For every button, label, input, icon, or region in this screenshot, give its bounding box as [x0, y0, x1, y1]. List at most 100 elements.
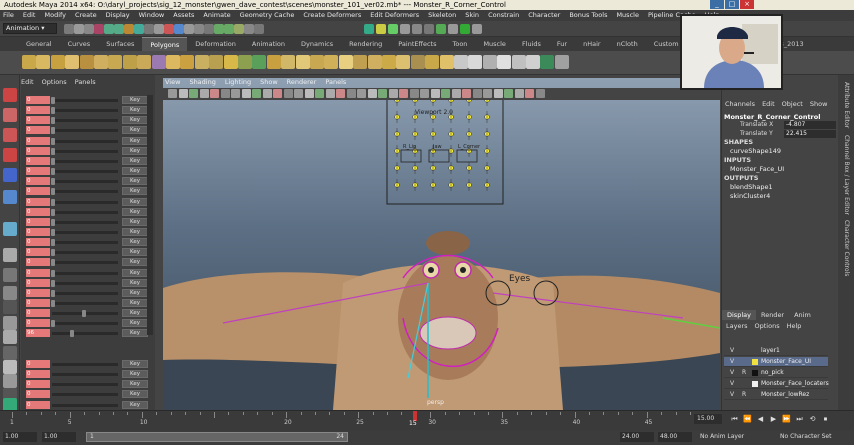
current-frame-field[interactable]: 15.00: [694, 414, 722, 424]
slider-value[interactable]: 0: [26, 268, 50, 277]
layer-color-swatch[interactable]: [752, 392, 758, 398]
viewport-tool-icon[interactable]: [483, 89, 492, 98]
status-tool-icon[interactable]: [204, 24, 214, 34]
status-tool-icon[interactable]: [448, 24, 458, 34]
playback-button-icon[interactable]: ⏮: [730, 415, 739, 424]
shelf-tool-icon[interactable]: [295, 55, 310, 69]
key-button[interactable]: Key: [122, 360, 148, 368]
status-tool-icon[interactable]: [134, 24, 144, 34]
inputs-item[interactable]: Monster_Face_UI: [730, 165, 784, 173]
slider-value[interactable]: 0: [26, 146, 50, 155]
slider-track[interactable]: [52, 220, 118, 224]
slider-track[interactable]: [52, 109, 118, 113]
shelf-tool-icon[interactable]: [526, 55, 540, 69]
viewport-tool-icon[interactable]: [178, 89, 188, 98]
slider-value[interactable]: 0: [26, 278, 50, 287]
slider-track[interactable]: [52, 200, 118, 204]
layer-row[interactable]: V R Monster_lowRez: [724, 390, 828, 400]
viewport-tool-icon[interactable]: [493, 89, 503, 98]
ui-box-r-lip[interactable]: [400, 149, 422, 163]
slider-knob[interactable]: [51, 320, 55, 328]
close-icon[interactable]: ×: [740, 0, 754, 9]
layer-visibility-toggle[interactable]: V: [730, 390, 734, 400]
layer-tab-anim[interactable]: Anim: [789, 310, 816, 320]
slider-knob[interactable]: [51, 239, 55, 247]
playback-end-field[interactable]: 24.00: [620, 432, 654, 442]
slider-value[interactable]: 0: [26, 400, 50, 409]
layer-menu-help[interactable]: Help: [787, 322, 802, 330]
shelf-tool-icon[interactable]: [482, 55, 497, 69]
slider-knob[interactable]: [51, 259, 55, 267]
key-button[interactable]: Key: [122, 126, 148, 135]
key-button[interactable]: Key: [122, 288, 148, 297]
slider-track[interactable]: [52, 383, 118, 387]
attribute-value[interactable]: -4.807: [784, 121, 836, 129]
tool-icon[interactable]: [3, 148, 17, 162]
key-button[interactable]: Key: [122, 309, 148, 318]
status-tool-icon[interactable]: [400, 24, 410, 34]
status-tool-icon[interactable]: [124, 24, 134, 34]
shelf-tool-icon[interactable]: [367, 55, 382, 69]
slider-value[interactable]: 0: [26, 360, 50, 368]
slider-value[interactable]: 0: [26, 217, 50, 226]
range-slider[interactable]: 1 24: [86, 432, 348, 442]
playback-button-icon[interactable]: ▶: [769, 415, 778, 424]
slider-value[interactable]: 0: [26, 187, 50, 196]
slider-track[interactable]: [52, 403, 118, 407]
slider-track[interactable]: [52, 332, 118, 336]
slider-knob[interactable]: [51, 289, 55, 297]
layer-name[interactable]: Monster_Face_UI: [761, 357, 811, 367]
menu-item-skin[interactable]: Skin: [465, 10, 479, 21]
status-tool-icon[interactable]: [144, 24, 154, 34]
shelf-tab-nhair[interactable]: nHair: [575, 37, 608, 51]
key-button[interactable]: Key: [122, 187, 148, 196]
layer-reference-toggle[interactable]: R: [742, 390, 746, 400]
viewport-tool-icon[interactable]: [304, 89, 314, 98]
key-button[interactable]: Key: [122, 319, 148, 328]
layer-tab-render[interactable]: Render: [756, 310, 789, 320]
slider-track[interactable]: [52, 129, 118, 133]
shelf-tool-icon[interactable]: [180, 55, 195, 69]
slider-value[interactable]: 0: [26, 248, 50, 257]
slider-value[interactable]: 0: [26, 288, 50, 297]
key-button[interactable]: Key: [122, 106, 148, 115]
viewport-tool-icon[interactable]: [346, 89, 356, 98]
layer-color-swatch[interactable]: [752, 348, 758, 354]
key-button[interactable]: Key: [122, 268, 148, 277]
channel-attribute-row[interactable]: Translate X -4.807: [740, 121, 836, 129]
slider-knob[interactable]: [51, 147, 55, 155]
channel-box-menu-show[interactable]: Show: [810, 100, 828, 108]
anim-start-field[interactable]: 1.00: [3, 432, 37, 442]
key-button[interactable]: Key: [122, 207, 148, 216]
slider-track[interactable]: [52, 271, 118, 275]
slider-track[interactable]: [52, 149, 118, 153]
key-button[interactable]: Key: [122, 227, 148, 236]
status-tool-icon[interactable]: [164, 24, 174, 34]
slider-knob[interactable]: [51, 157, 55, 165]
slider-value[interactable]: 0: [26, 390, 50, 399]
key-button[interactable]: Key: [122, 370, 148, 379]
status-tool-icon[interactable]: [104, 24, 114, 34]
status-tool-icon[interactable]: [194, 24, 204, 34]
shelf-tool-icon[interactable]: [238, 55, 252, 69]
viewport-tool-icon[interactable]: [220, 89, 230, 98]
status-tool-icon[interactable]: [412, 24, 422, 34]
shelf-tool-icon[interactable]: [439, 55, 454, 69]
shelf-tool-icon[interactable]: [497, 55, 512, 69]
shelf-tab-rendering[interactable]: Rendering: [341, 37, 390, 51]
shelf-tool-icon[interactable]: [338, 55, 353, 69]
shelf-tool-icon[interactable]: [22, 55, 36, 69]
tool-icon[interactable]: [3, 360, 17, 374]
slider-panel-menu-options[interactable]: Options: [42, 78, 67, 86]
shelf-tab-curves[interactable]: Curves: [60, 37, 99, 51]
slider-track[interactable]: [52, 241, 118, 245]
slider-value[interactable]: 0: [26, 126, 50, 135]
status-tool-icon[interactable]: [460, 24, 470, 34]
slider-value[interactable]: 0: [26, 238, 50, 247]
viewport-tool-icon[interactable]: [241, 89, 251, 98]
anim-end-field[interactable]: 48.00: [658, 432, 692, 442]
tool-icon[interactable]: [3, 286, 17, 300]
slider-track[interactable]: [52, 363, 118, 366]
key-button[interactable]: Key: [122, 400, 148, 409]
slider-value[interactable]: 0: [26, 319, 50, 328]
